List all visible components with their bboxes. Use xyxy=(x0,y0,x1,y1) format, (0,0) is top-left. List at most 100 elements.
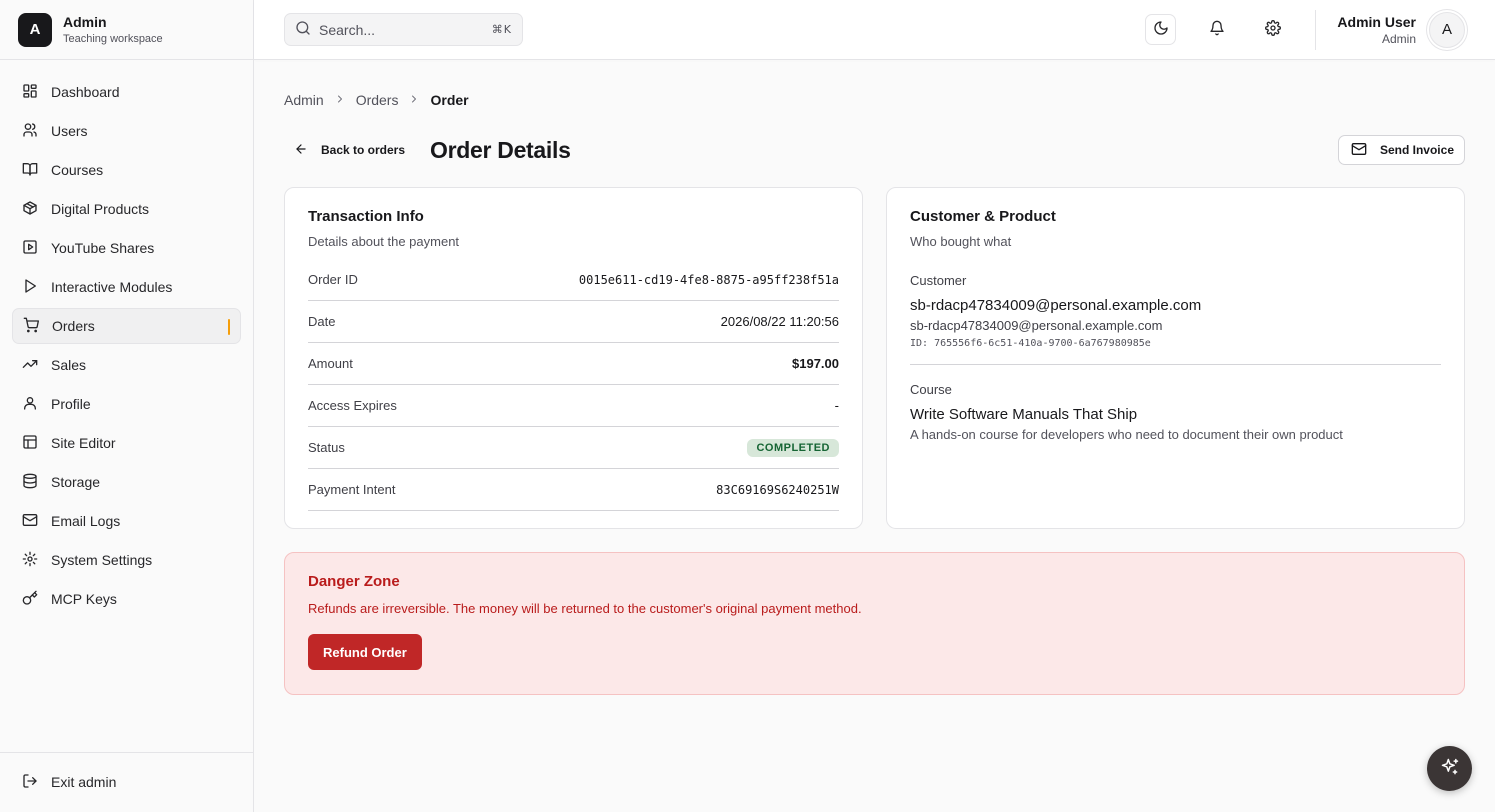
sparkles-icon xyxy=(1440,757,1460,780)
sidebar-item-digital-products[interactable]: Digital Products xyxy=(12,191,241,227)
brand-subtitle: Teaching workspace xyxy=(63,33,163,45)
notifications-button[interactable] xyxy=(1201,14,1232,45)
detail-label: Order ID xyxy=(308,272,358,287)
settings-button[interactable] xyxy=(1257,14,1288,45)
sidebar-item-label: Orders xyxy=(52,318,95,334)
database-icon xyxy=(22,473,38,492)
status-badge: COMPLETED xyxy=(747,438,839,457)
sidebar-item-interactive-modules[interactable]: Interactive Modules xyxy=(12,269,241,305)
card-subtitle: Who bought what xyxy=(910,234,1012,249)
course-name: Write Software Manuals That Ship xyxy=(910,406,1138,423)
course-description: A hands-on course for developers who nee… xyxy=(910,427,1343,442)
cart-icon xyxy=(23,317,39,336)
danger-zone-title: Danger Zone xyxy=(308,573,400,590)
square-play-icon xyxy=(22,239,38,258)
customer-email: sb-rdacp47834009@personal.example.com xyxy=(910,318,1163,333)
cards-row: Transaction Info Details about the payme… xyxy=(284,187,1465,529)
access-expires-value: - xyxy=(834,398,839,413)
sidebar-item-label: Site Editor xyxy=(51,435,116,451)
search-input[interactable]: Search... ⌘K xyxy=(284,13,523,46)
card-title: Customer & Product xyxy=(910,208,1056,225)
sidebar-footer: Exit admin xyxy=(0,752,253,812)
detail-label: Status xyxy=(308,440,345,455)
sidebar-item-label: Email Logs xyxy=(51,513,121,529)
sidebar-item-profile[interactable]: Profile xyxy=(12,386,241,422)
ai-assistant-button[interactable] xyxy=(1427,746,1472,791)
card-title: Transaction Info xyxy=(308,208,424,225)
send-invoice-button[interactable]: Send Invoice xyxy=(1337,135,1465,165)
layout-icon xyxy=(22,434,38,453)
mail-icon xyxy=(1351,141,1367,160)
sidebar-item-storage[interactable]: Storage xyxy=(12,464,241,500)
theme-toggle-button[interactable] xyxy=(1145,14,1177,45)
trending-up-icon xyxy=(22,356,38,375)
customer-label: Customer xyxy=(910,273,967,288)
brand[interactable]: A Admin Teaching workspace xyxy=(0,0,253,60)
chevron-right-icon xyxy=(408,92,420,108)
customer-section: Customer sb-rdacp47834009@personal.examp… xyxy=(910,273,1441,365)
exit-admin-link[interactable]: Exit admin xyxy=(12,764,241,800)
log-out-icon xyxy=(22,773,38,792)
key-icon xyxy=(22,590,38,609)
detail-row-access-expires: Access Expires - xyxy=(308,385,839,427)
brand-name: Admin xyxy=(63,14,107,30)
payment-intent-value: 83C69169S6240251W xyxy=(716,482,839,497)
breadcrumb-admin[interactable]: Admin xyxy=(284,92,324,108)
search-icon xyxy=(295,20,311,39)
sidebar-item-courses[interactable]: Courses xyxy=(12,152,241,188)
sidebar-item-sales[interactable]: Sales xyxy=(12,347,241,383)
detail-row-status: Status COMPLETED xyxy=(308,427,839,469)
package-icon xyxy=(22,200,38,219)
bell-icon xyxy=(1209,20,1225,39)
user-icon xyxy=(22,395,38,414)
avatar[interactable]: A xyxy=(1429,11,1465,48)
book-icon xyxy=(22,161,38,180)
date-value: 2026/08/22 11:20:56 xyxy=(720,314,839,329)
sidebar-item-label: Profile xyxy=(51,396,91,412)
sidebar-item-youtube-shares[interactable]: YouTube Shares xyxy=(12,230,241,266)
sidebar: A Admin Teaching workspace Dashboard Use… xyxy=(0,0,254,812)
sidebar-item-label: MCP Keys xyxy=(51,591,117,607)
sidebar-item-site-editor[interactable]: Site Editor xyxy=(12,425,241,461)
customer-name: sb-rdacp47834009@personal.example.com xyxy=(910,297,1202,314)
refund-order-button[interactable]: Refund Order xyxy=(308,634,422,670)
transaction-info-card: Transaction Info Details about the payme… xyxy=(284,187,863,529)
play-icon xyxy=(22,278,38,297)
detail-row-amount: Amount $197.00 xyxy=(308,343,839,385)
sidebar-item-email-logs[interactable]: Email Logs xyxy=(12,503,241,539)
sidebar-item-label: Storage xyxy=(51,474,101,490)
app-shell: A Admin Teaching workspace Dashboard Use… xyxy=(0,0,1495,812)
users-icon xyxy=(22,122,38,141)
sidebar-item-label: YouTube Shares xyxy=(51,240,155,256)
user-menu[interactable]: Admin User Admin A xyxy=(1337,11,1465,48)
home-icon xyxy=(22,83,38,102)
breadcrumb-current: Order xyxy=(430,92,469,108)
sidebar-item-label: Sales xyxy=(51,357,87,373)
sidebar-item-orders[interactable]: Orders xyxy=(12,308,241,344)
sidebar-item-label: System Settings xyxy=(51,552,153,568)
send-invoice-label: Send Invoice xyxy=(1379,143,1454,157)
arrow-left-icon xyxy=(294,142,308,159)
page-title: Order Details xyxy=(430,136,571,163)
sidebar-item-label: Users xyxy=(51,123,88,139)
moon-icon xyxy=(1153,20,1169,39)
mail-icon xyxy=(22,512,38,531)
sidebar-item-users[interactable]: Users xyxy=(12,113,241,149)
breadcrumb-orders[interactable]: Orders xyxy=(356,92,399,108)
course-label: Course xyxy=(910,382,952,397)
back-to-orders-button[interactable]: Back to orders xyxy=(284,134,415,166)
sidebar-item-dashboard[interactable]: Dashboard xyxy=(12,74,241,110)
search-shortcut: ⌘K xyxy=(491,23,512,36)
gear-icon xyxy=(22,551,38,570)
detail-row-date: Date 2026/08/22 11:20:56 xyxy=(308,301,839,343)
user-role: Admin xyxy=(1381,31,1416,46)
course-section: Course Write Software Manuals That Ship … xyxy=(910,382,1441,442)
detail-label: Amount xyxy=(308,356,353,371)
gear-icon xyxy=(1264,20,1281,39)
main-area: Search... ⌘K Admin User Admin A Admin Or… xyxy=(254,0,1495,812)
sidebar-item-system-settings[interactable]: System Settings xyxy=(12,542,241,578)
sidebar-item-mcp-keys[interactable]: MCP Keys xyxy=(12,581,241,617)
detail-label: Date xyxy=(308,314,336,329)
order-id-value: 0015e611-cd19-4fe8-8875-a95ff238f51a xyxy=(578,272,839,287)
back-label: Back to orders xyxy=(321,143,406,157)
